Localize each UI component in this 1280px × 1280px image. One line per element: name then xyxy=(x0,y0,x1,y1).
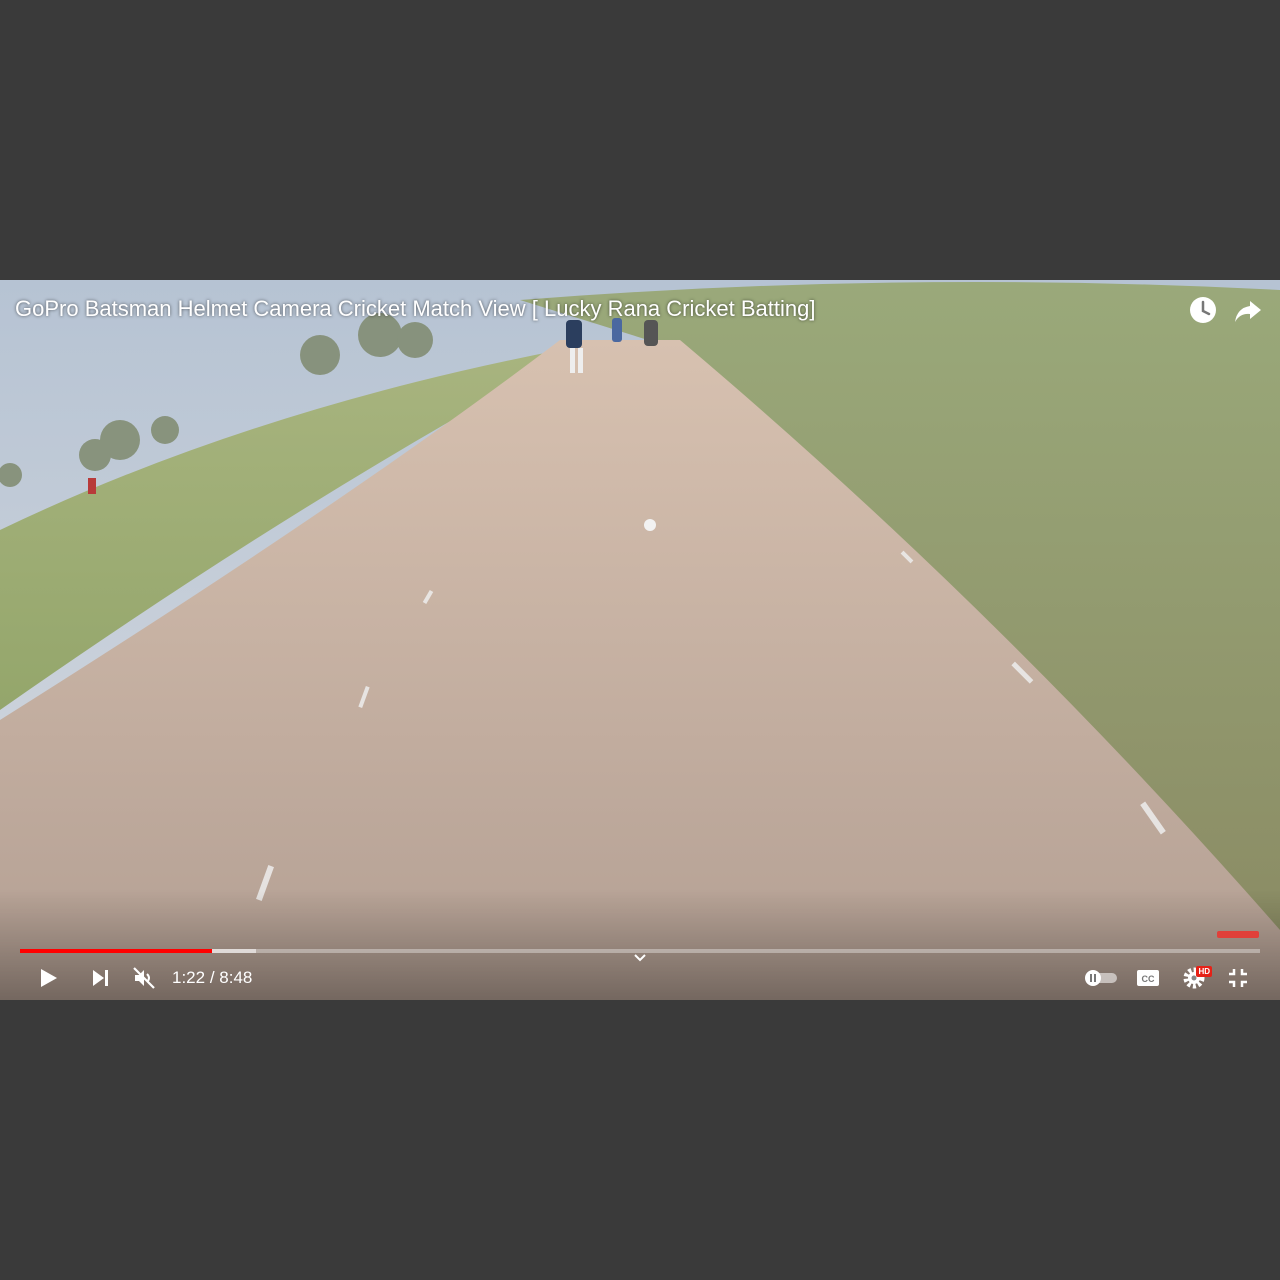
share-icon[interactable] xyxy=(1232,294,1264,326)
exit-fullscreen-icon xyxy=(1229,969,1247,987)
duration: 8:48 xyxy=(219,968,253,987)
hd-badge: HD xyxy=(1196,966,1212,977)
video-player[interactable]: GoPro Batsman Helmet Camera Cricket Matc… xyxy=(0,280,1280,1000)
time-separator: / xyxy=(205,968,220,987)
mute-button[interactable] xyxy=(126,960,162,996)
muted-volume-icon xyxy=(133,967,155,989)
cc-icon: CC xyxy=(1137,970,1159,986)
next-button[interactable] xyxy=(82,960,118,996)
chevron-down-icon[interactable] xyxy=(630,948,650,968)
controls-bar: 1:22 / 8:48 CC HD xyxy=(0,954,1280,1000)
subscribe-badge xyxy=(1217,931,1259,938)
next-icon xyxy=(93,970,108,986)
video-title[interactable]: GoPro Batsman Helmet Camera Cricket Matc… xyxy=(15,296,815,322)
clock-icon[interactable] xyxy=(1187,294,1219,326)
captions-button[interactable]: CC xyxy=(1130,960,1166,996)
current-time: 1:22 xyxy=(172,968,206,987)
play-icon xyxy=(41,969,57,987)
svg-text:CC: CC xyxy=(1142,974,1155,984)
play-button[interactable] xyxy=(30,960,66,996)
exit-fullscreen-button[interactable] xyxy=(1220,960,1256,996)
settings-button[interactable]: HD xyxy=(1176,960,1212,996)
progress-played xyxy=(20,949,213,953)
autoplay-toggle[interactable] xyxy=(1080,960,1122,996)
time-display: 1:22 / 8:48 xyxy=(172,968,252,988)
